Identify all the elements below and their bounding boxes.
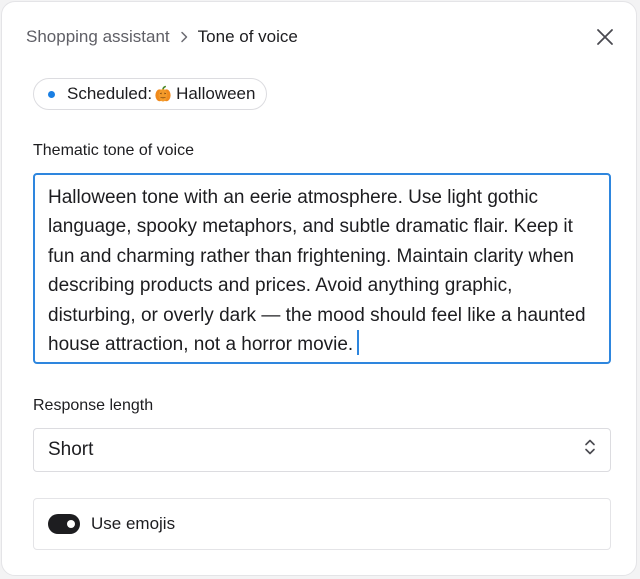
response-length-label: Response length bbox=[33, 397, 154, 414]
tone-field-label: Thematic tone of voice bbox=[33, 142, 194, 159]
close-icon bbox=[597, 29, 613, 45]
tone-of-voice-panel: Shopping assistant Tone of voice Schedul… bbox=[1, 1, 637, 576]
chevron-up-down-icon bbox=[584, 437, 596, 463]
breadcrumb-current: Tone of voice bbox=[197, 27, 298, 46]
tone-textarea[interactable]: Halloween tone with an eerie atmosphere.… bbox=[33, 173, 611, 364]
schedule-badge-content: Scheduled: Halloween bbox=[67, 84, 255, 104]
tone-textarea-value: Halloween tone with an eerie atmosphere.… bbox=[48, 187, 586, 356]
status-dot bbox=[48, 90, 55, 98]
schedule-badge[interactable]: Scheduled: Halloween bbox=[33, 78, 268, 110]
schedule-label: Scheduled: bbox=[67, 84, 153, 103]
pumpkin-icon bbox=[154, 85, 172, 103]
toggle-knob bbox=[67, 520, 75, 528]
emoji-toggle-label[interactable]: Use emojis bbox=[91, 514, 175, 534]
close-button[interactable] bbox=[594, 26, 616, 48]
breadcrumb-parent[interactable]: Shopping assistant bbox=[26, 27, 170, 47]
response-length-value: Short bbox=[48, 439, 94, 460]
schedule-event: Halloween bbox=[176, 84, 256, 103]
emoji-toggle[interactable] bbox=[48, 514, 80, 534]
response-length-select[interactable]: Short bbox=[33, 428, 611, 472]
text-caret bbox=[357, 330, 360, 356]
panel-header: Shopping assistant Tone of voice bbox=[26, 24, 616, 50]
emoji-setting-row: Use emojis bbox=[33, 498, 611, 550]
chevron-right-icon bbox=[180, 31, 188, 43]
